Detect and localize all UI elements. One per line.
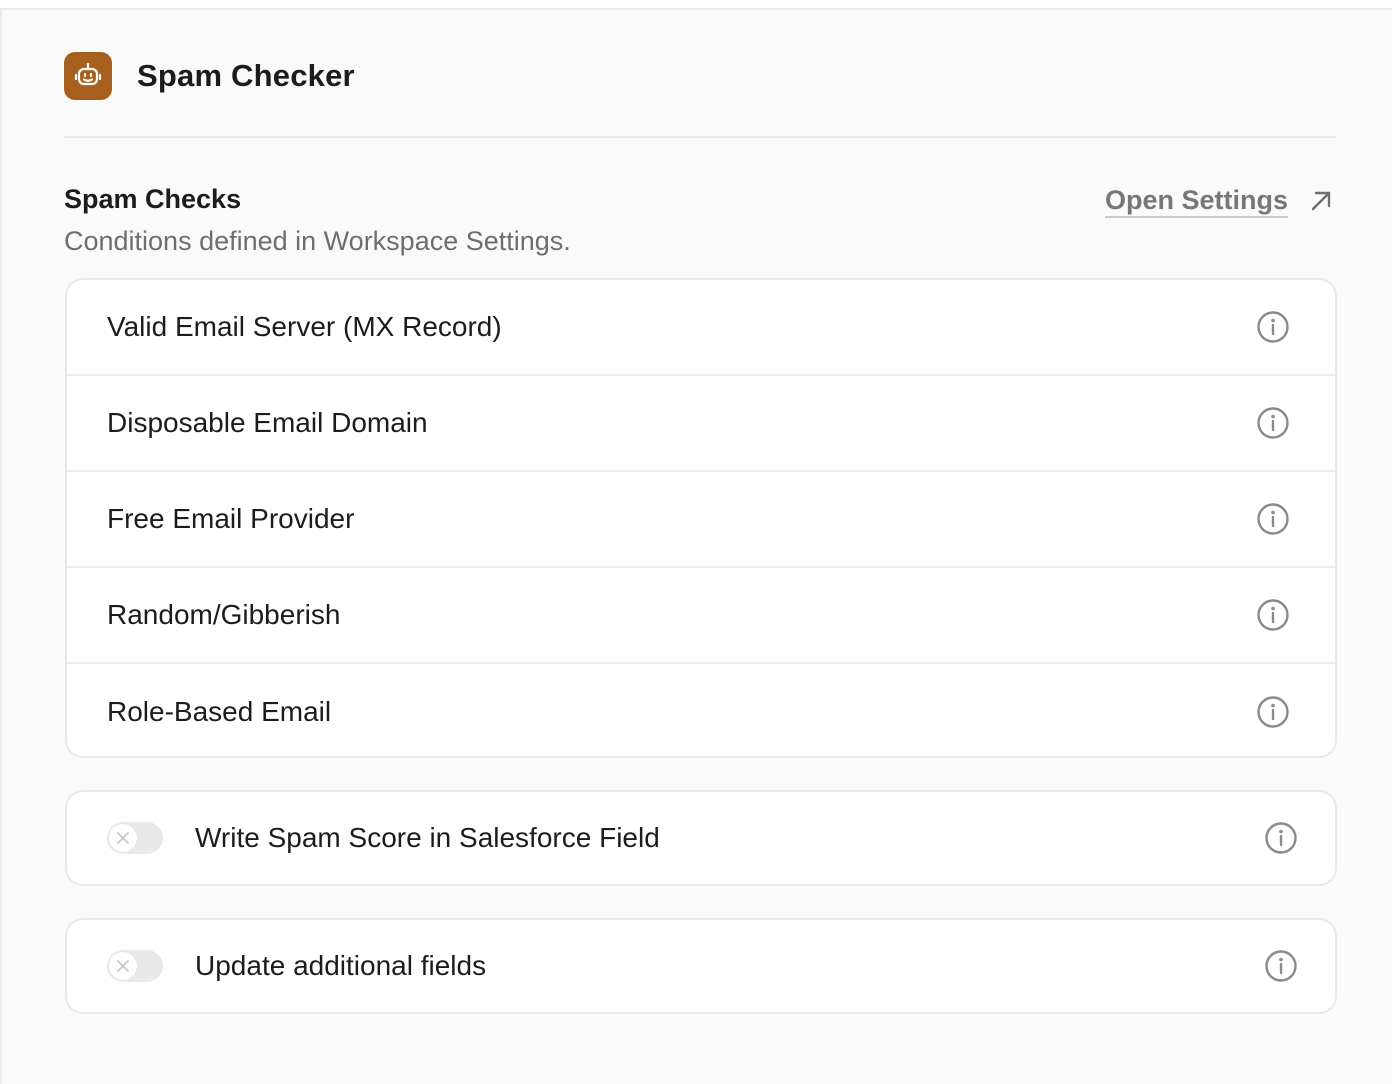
list-item: Valid Email Server (MX Record) bbox=[67, 280, 1335, 376]
check-label: Disposable Email Domain bbox=[107, 407, 428, 438]
toggle-off-x-icon bbox=[109, 824, 137, 852]
info-icon[interactable] bbox=[1255, 501, 1291, 537]
list-item: Disposable Email Domain bbox=[67, 376, 1335, 472]
list-item: Role-Based Email bbox=[67, 664, 1335, 756]
info-icon[interactable] bbox=[1255, 597, 1291, 633]
update-additional-fields-label: Update additional fields bbox=[195, 950, 487, 981]
info-icon[interactable] bbox=[1263, 948, 1299, 984]
check-label: Random/Gibberish bbox=[107, 599, 341, 630]
header-divider bbox=[64, 136, 1336, 138]
open-settings-link[interactable]: Open Settings bbox=[1104, 184, 1334, 218]
app-title: Spam Checker bbox=[137, 58, 355, 93]
check-label: Role-Based Email bbox=[107, 696, 332, 727]
spam-checks-list: Valid Email Server (MX Record) Disposabl… bbox=[65, 278, 1337, 758]
arrow-up-right-icon[interactable] bbox=[1308, 188, 1334, 214]
update-additional-fields-option: Update additional fields bbox=[65, 918, 1337, 1014]
section-subtitle: Conditions defined in Workspace Settings… bbox=[64, 226, 571, 256]
robot-icon bbox=[64, 52, 112, 100]
section-title: Spam Checks bbox=[64, 184, 242, 214]
write-spam-score-toggle[interactable] bbox=[107, 822, 163, 854]
update-additional-fields-toggle[interactable] bbox=[107, 950, 163, 982]
open-settings-label[interactable]: Open Settings bbox=[1104, 184, 1288, 218]
panel-header: Spam Checker bbox=[64, 50, 355, 102]
list-item: Random/Gibberish bbox=[67, 568, 1335, 664]
info-icon[interactable] bbox=[1255, 694, 1291, 730]
info-icon[interactable] bbox=[1255, 405, 1291, 441]
write-spam-score-option: Write Spam Score in Salesforce Field bbox=[65, 790, 1337, 886]
info-icon[interactable] bbox=[1263, 820, 1299, 856]
check-label: Free Email Provider bbox=[107, 503, 355, 534]
write-spam-score-label: Write Spam Score in Salesforce Field bbox=[195, 822, 660, 853]
check-label: Valid Email Server (MX Record) bbox=[107, 311, 502, 342]
spam-checker-panel: Spam Checker Spam Checks Conditions defi… bbox=[0, 8, 1392, 1084]
list-item: Free Email Provider bbox=[67, 472, 1335, 568]
toggle-off-x-icon bbox=[109, 952, 137, 980]
info-icon[interactable] bbox=[1255, 309, 1291, 345]
